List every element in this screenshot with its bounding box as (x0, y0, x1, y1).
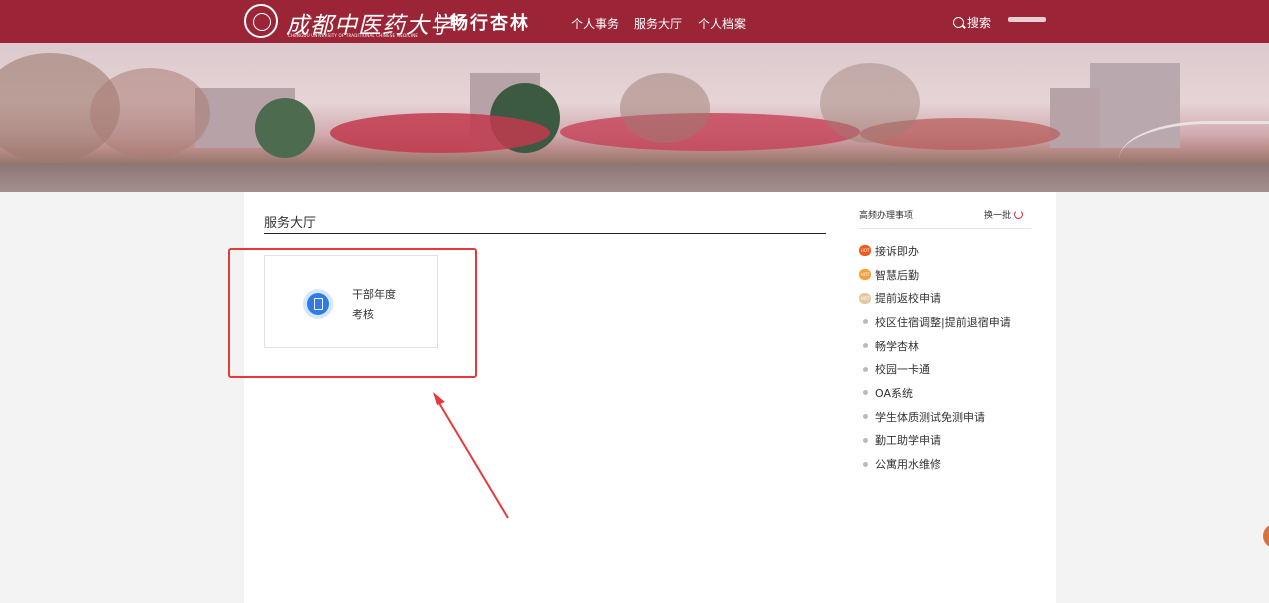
annotation-arrow-icon (433, 392, 509, 519)
